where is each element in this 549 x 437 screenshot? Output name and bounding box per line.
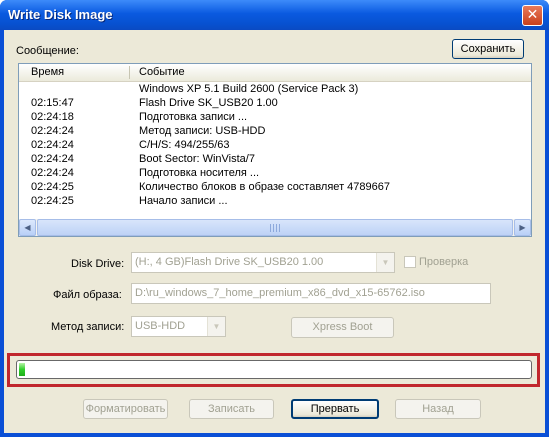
horizontal-scrollbar[interactable]: ◀ ▶: [19, 219, 531, 236]
dialog-body: Сообщение: Сохранить Время Событие Windo…: [4, 30, 545, 433]
verify-label: Проверка: [419, 256, 469, 268]
format-button[interactable]: Форматировать: [83, 399, 168, 419]
chevron-down-icon[interactable]: ▼: [207, 317, 225, 336]
disk-drive-value: (H:, 4 GB)Flash Drive SK_USB20 1.00: [135, 256, 324, 268]
log-time: 02:15:47: [31, 97, 74, 109]
log-event: Метод записи: USB-HDD: [139, 125, 266, 137]
log-time: 02:24:25: [31, 181, 74, 193]
chevron-right-icon: ▶: [519, 223, 526, 232]
verify-checkbox[interactable]: [404, 256, 416, 268]
log-event: Boot Sector: WinVista/7: [139, 153, 255, 165]
message-label: Сообщение:: [16, 45, 79, 57]
scrollbar-grip: [270, 224, 280, 232]
xpress-boot-button[interactable]: Xpress Boot: [291, 317, 394, 338]
column-event[interactable]: Событие: [139, 66, 185, 78]
close-icon: ✕: [526, 7, 539, 23]
chevron-down-icon[interactable]: ▼: [376, 253, 394, 272]
scrollbar-thumb[interactable]: [37, 219, 513, 236]
column-separator[interactable]: [129, 66, 130, 79]
abort-button[interactable]: Прервать: [291, 399, 379, 419]
log-event: C/H/S: 494/255/63: [139, 139, 230, 151]
progress-fill: [19, 363, 25, 376]
save-button[interactable]: Сохранить: [452, 39, 524, 59]
write-method-select[interactable]: USB-HDD ▼: [131, 316, 226, 337]
message-log[interactable]: Время Событие Windows XP 5.1 Build 2600 …: [18, 63, 532, 237]
write-progress-bar: [16, 360, 532, 379]
log-event: Подготовка записи ...: [139, 111, 248, 123]
log-event: Количество блоков в образе составляет 47…: [139, 181, 390, 193]
log-header: Время Событие: [19, 64, 531, 82]
write-method-label: Метод записи:: [51, 321, 125, 333]
scroll-left-button[interactable]: ◀: [19, 219, 36, 236]
write-button[interactable]: Записать: [189, 399, 274, 419]
write-disk-image-window: Write Disk Image ✕ Сообщение: Сохранить …: [0, 0, 549, 437]
image-file-label: Файл образа:: [53, 289, 122, 301]
log-event: Windows XP 5.1 Build 2600 (Service Pack …: [139, 83, 359, 95]
log-time: 02:24:24: [31, 139, 74, 151]
log-time: 02:24:24: [31, 153, 74, 165]
log-event: Подготовка носителя ...: [139, 167, 260, 179]
disk-drive-label: Disk Drive:: [71, 258, 125, 270]
chevron-left-icon: ◀: [24, 223, 31, 232]
title-bar[interactable]: Write Disk Image ✕: [0, 0, 549, 30]
log-time: 02:24:24: [31, 125, 74, 137]
image-file-value: D:\ru_windows_7_home_premium_x86_dvd_x15…: [135, 287, 425, 299]
log-time: 02:24:24: [31, 167, 74, 179]
log-event: Flash Drive SK_USB20 1.00: [139, 97, 278, 109]
log-time: 02:24:25: [31, 195, 74, 207]
progress-highlight: [7, 353, 540, 387]
write-method-value: USB-HDD: [135, 320, 186, 332]
image-file-field[interactable]: D:\ru_windows_7_home_premium_x86_dvd_x15…: [131, 283, 491, 304]
back-button[interactable]: Назад: [395, 399, 481, 419]
disk-drive-select[interactable]: (H:, 4 GB)Flash Drive SK_USB20 1.00 ▼: [131, 252, 395, 273]
close-button[interactable]: ✕: [522, 5, 543, 26]
column-time[interactable]: Время: [31, 66, 64, 78]
scroll-right-button[interactable]: ▶: [514, 219, 531, 236]
log-event: Начало записи ...: [139, 195, 228, 207]
log-time: 02:24:18: [31, 111, 74, 123]
window-title: Write Disk Image: [8, 7, 113, 22]
